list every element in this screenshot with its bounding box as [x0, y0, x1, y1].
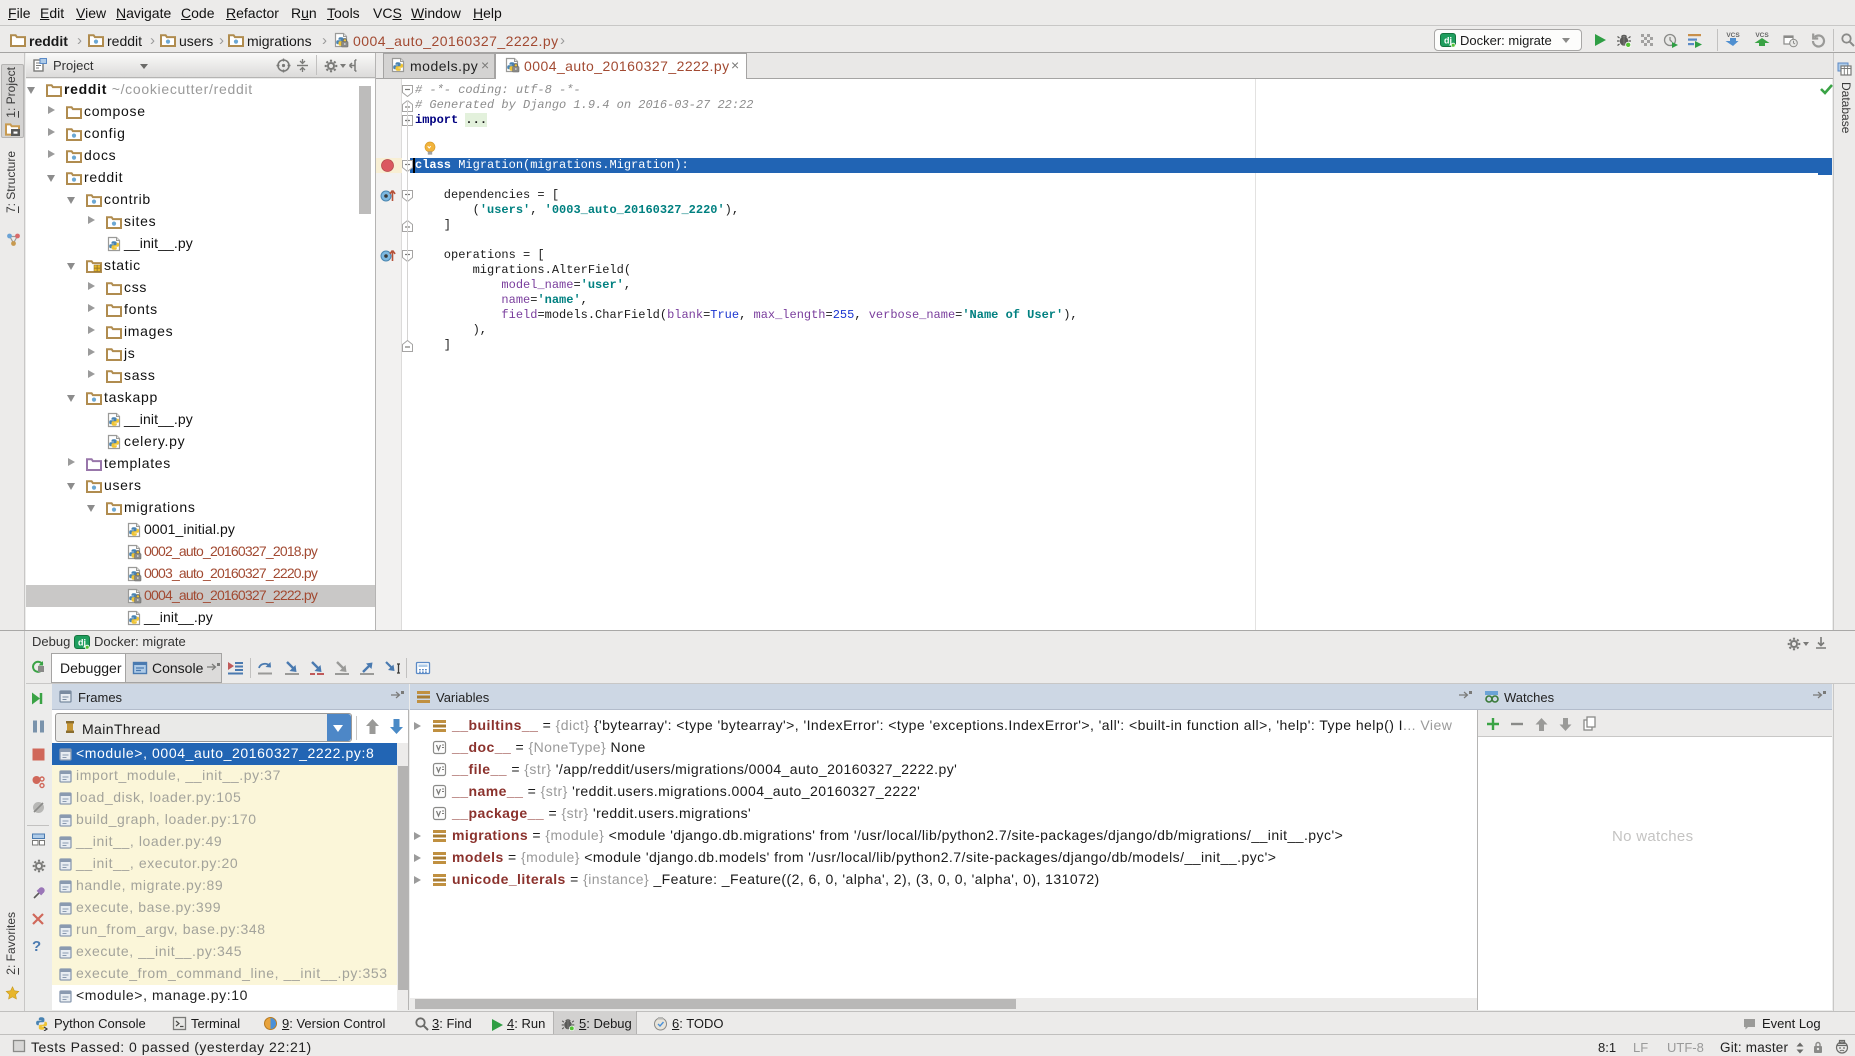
svg-text:VCS: VCS	[1726, 32, 1740, 39]
svg-text:VCS: VCS	[1755, 32, 1769, 39]
svg-text:dj: dj	[1444, 36, 1452, 46]
svg-text:dj: dj	[78, 638, 86, 648]
